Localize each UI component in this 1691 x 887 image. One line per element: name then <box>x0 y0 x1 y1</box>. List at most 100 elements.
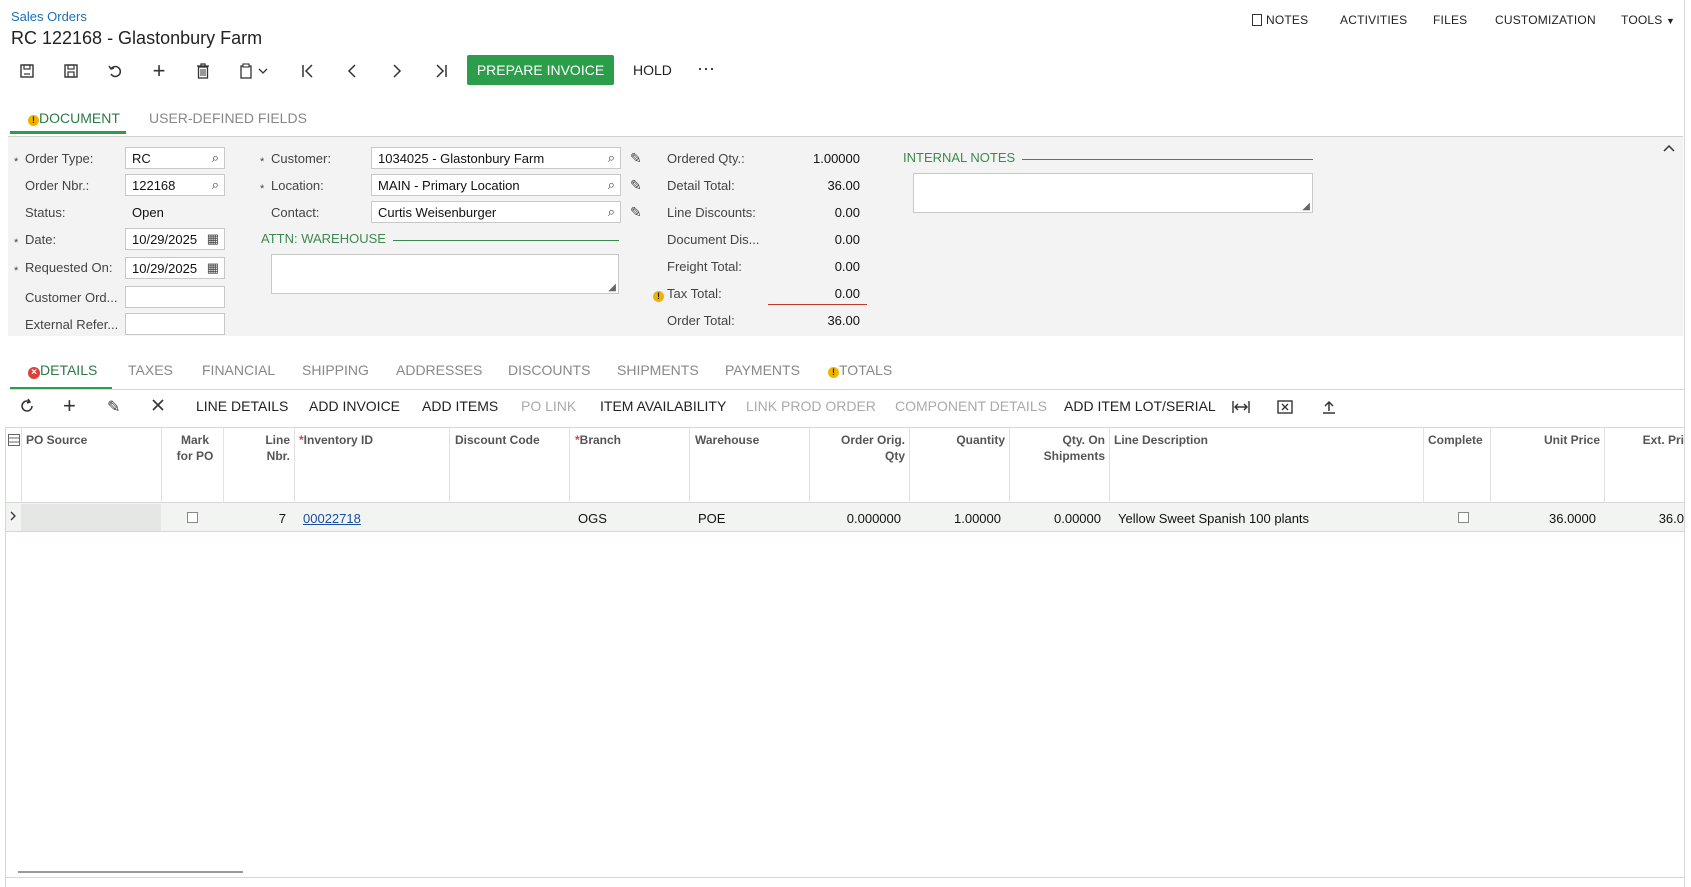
po-source-cell[interactable] <box>21 504 161 531</box>
next-record-icon[interactable] <box>386 60 408 82</box>
detail-total-value: 36.00 <box>827 178 860 193</box>
col-mark-for-po[interactable]: Mark for PO <box>167 432 223 464</box>
tab-user-defined-fields[interactable]: USER-DEFINED FIELDS <box>149 110 307 126</box>
last-record-icon[interactable] <box>430 60 452 82</box>
notes-button[interactable]: NOTES <box>1252 13 1308 27</box>
add-items-button[interactable]: ADD ITEMS <box>422 398 498 414</box>
upload-icon[interactable] <box>1321 399 1337 418</box>
external-ref-label: External Refer... <box>25 317 119 332</box>
tab-financial[interactable]: FINANCIAL <box>202 362 275 378</box>
link-prod-order-button[interactable]: LINK PROD ORDER <box>746 398 876 414</box>
col-unit-price[interactable]: Unit Price <box>1495 432 1600 448</box>
export-excel-icon[interactable] <box>1277 400 1293 417</box>
col-quantity[interactable]: Quantity <box>915 432 1005 448</box>
breadcrumb-sales-orders[interactable]: Sales Orders <box>11 9 87 24</box>
col-line-description[interactable]: Line Description <box>1114 432 1208 448</box>
hold-button[interactable]: HOLD <box>633 62 672 78</box>
inventory-id-link[interactable]: 00022718 <box>303 511 361 526</box>
col-warehouse[interactable]: Warehouse <box>695 432 759 448</box>
col-inventory-id[interactable]: *Inventory ID <box>299 432 373 448</box>
external-ref-field[interactable] <box>125 313 225 335</box>
order-type-field[interactable]: RC ⌕ <box>125 147 225 169</box>
previous-record-icon[interactable] <box>341 60 363 82</box>
search-icon[interactable]: ⌕ <box>212 177 219 193</box>
tab-payments[interactable]: PAYMENTS <box>725 362 800 378</box>
tab-shipments[interactable]: SHIPMENTS <box>617 362 699 378</box>
tab-document[interactable]: ! DOCUMENT <box>28 110 120 126</box>
collapse-icon[interactable] <box>1663 141 1675 156</box>
col-line-nbr[interactable]: Line Nbr. <box>228 432 290 464</box>
tools-label: TOOLS <box>1621 13 1663 27</box>
ordered-qty-value: 1.00000 <box>813 151 860 166</box>
warning-icon: ! <box>28 115 39 126</box>
search-icon[interactable]: ⌕ <box>608 150 615 166</box>
col-branch[interactable]: *Branch <box>575 432 621 448</box>
refresh-icon[interactable] <box>19 398 35 417</box>
add-invoice-button[interactable]: ADD INVOICE <box>309 398 400 414</box>
requested-on-label: Requested On: <box>25 260 113 275</box>
customer-ord-field[interactable] <box>125 286 225 308</box>
search-icon[interactable]: ⌕ <box>608 177 615 193</box>
col-order-orig-qty[interactable]: Order Orig. Qty <box>815 432 905 464</box>
line-discounts-label: Line Discounts: <box>667 205 756 220</box>
date-field[interactable]: 10/29/2025 ▦ <box>125 228 225 250</box>
tab-addresses[interactable]: ADDRESSES <box>396 362 482 378</box>
tab-discounts[interactable]: DISCOUNTS <box>508 362 590 378</box>
item-availability-button[interactable]: ITEM AVAILABILITY <box>600 398 726 414</box>
line-details-button[interactable]: LINE DETAILS <box>196 398 288 414</box>
edit-icon[interactable]: ✎ <box>630 177 642 194</box>
line-description-cell: Yellow Sweet Spanish 100 plants <box>1118 511 1310 526</box>
column-settings-icon[interactable] <box>8 434 20 449</box>
contact-field[interactable]: Curtis Weisenburger ⌕ <box>371 201 621 223</box>
requested-on-field[interactable]: 10/29/2025 ▦ <box>125 257 225 279</box>
internal-notes-textarea[interactable]: ◢ <box>913 173 1313 213</box>
first-record-icon[interactable] <box>297 60 319 82</box>
tab-totals[interactable]: ! TOTALS <box>828 362 892 378</box>
row-expand-icon[interactable] <box>9 510 17 525</box>
edit-row-icon[interactable]: ✎ <box>107 397 120 417</box>
location-field[interactable]: MAIN - Primary Location ⌕ <box>371 174 621 196</box>
add-icon[interactable]: + <box>148 58 170 83</box>
warehouse-cell: POE <box>698 511 726 526</box>
save-icon[interactable] <box>60 60 82 82</box>
col-qty-on-shipments[interactable]: Qty. On Shipments <box>1015 432 1105 464</box>
calendar-icon[interactable]: ▦ <box>207 260 219 276</box>
tools-menu[interactable]: TOOLS ▼ <box>1621 13 1675 27</box>
edit-icon[interactable]: ✎ <box>630 150 642 167</box>
required-marker: * <box>260 183 265 195</box>
customization-button[interactable]: CUSTOMIZATION <box>1495 13 1596 27</box>
prepare-invoice-button[interactable]: PREPARE INVOICE <box>467 55 614 85</box>
search-icon[interactable]: ⌕ <box>608 204 615 220</box>
order-nbr-field[interactable]: 122168 ⌕ <box>125 174 225 196</box>
add-item-lot-serial-button[interactable]: ADD ITEM LOT/SERIAL <box>1064 398 1216 414</box>
ordered-qty-label: Ordered Qty.: <box>667 151 745 166</box>
edit-icon[interactable]: ✎ <box>630 204 642 221</box>
calendar-icon[interactable]: ▦ <box>207 231 219 247</box>
component-details-button[interactable]: COMPONENT DETAILS <box>895 398 1047 414</box>
delete-row-icon[interactable] <box>151 398 165 415</box>
tab-shipping[interactable]: SHIPPING <box>302 362 369 378</box>
undo-icon[interactable] <box>104 60 126 82</box>
search-icon[interactable]: ⌕ <box>212 150 219 166</box>
more-actions-button[interactable]: ··· <box>697 58 715 79</box>
add-row-icon[interactable]: + <box>63 393 76 419</box>
customer-field[interactable]: 1034025 - Glastonbury Farm ⌕ <box>371 147 621 169</box>
completed-checkbox[interactable] <box>1458 512 1469 523</box>
col-completed[interactable]: Complete <box>1428 432 1486 448</box>
tab-taxes[interactable]: TAXES <box>128 362 173 378</box>
attn-warehouse-textarea[interactable]: ◢ <box>271 254 619 294</box>
po-link-button[interactable]: PO LINK <box>521 398 576 414</box>
date-value: 10/29/2025 <box>132 232 198 247</box>
col-ext-price[interactable]: Ext. Pri <box>1609 432 1684 448</box>
files-button[interactable]: FILES <box>1433 13 1467 27</box>
save-and-close-icon[interactable] <box>16 60 38 82</box>
fit-columns-icon[interactable] <box>1232 400 1250 417</box>
horizontal-scrollbar[interactable] <box>18 871 243 873</box>
delete-icon[interactable] <box>192 60 214 82</box>
tab-details[interactable]: × DETAILS <box>28 362 97 379</box>
activities-button[interactable]: ACTIVITIES <box>1340 13 1407 27</box>
copy-paste-icon[interactable] <box>236 60 272 82</box>
col-po-source[interactable]: PO Source <box>26 432 87 448</box>
mark-for-po-checkbox[interactable] <box>187 512 198 523</box>
col-discount-code[interactable]: Discount Code <box>455 432 540 448</box>
